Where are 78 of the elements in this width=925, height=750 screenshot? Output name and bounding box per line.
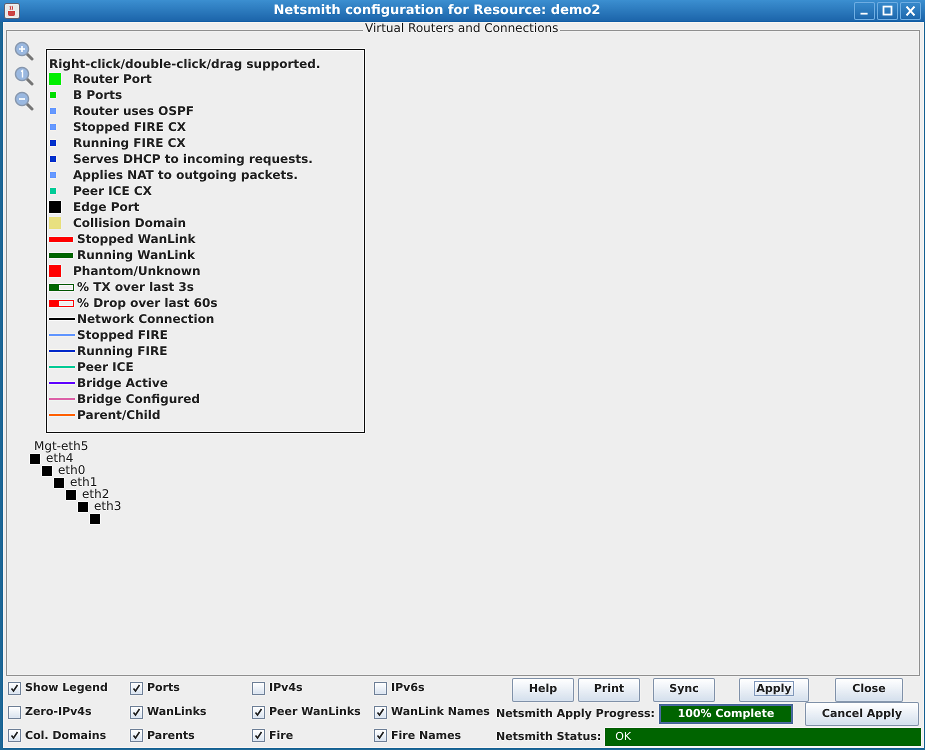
dialog-button[interactable]: Apply bbox=[739, 678, 809, 702]
dialog-button[interactable]: Print bbox=[578, 678, 640, 702]
checkbox-label: Ports bbox=[147, 680, 180, 696]
legend-label: Applies NAT to outgoing packets. bbox=[73, 167, 298, 184]
legend-label: Peer ICE CX bbox=[73, 183, 152, 200]
port-node[interactable] bbox=[66, 490, 76, 500]
status-field: OK bbox=[605, 728, 921, 746]
checkbox-label: Fire Names bbox=[391, 728, 462, 744]
legend-label: Network Connection bbox=[77, 311, 214, 328]
checkbox-label: Show Legend bbox=[25, 680, 108, 696]
checkbox[interactable] bbox=[374, 729, 387, 742]
legend-label: Phantom/Unknown bbox=[73, 263, 201, 280]
checkbox[interactable] bbox=[8, 706, 21, 719]
checkbox-label: Col. Domains bbox=[25, 728, 106, 744]
checkbox[interactable] bbox=[374, 682, 387, 695]
legend-label: Stopped FIRE bbox=[77, 327, 168, 344]
minimize-icon[interactable] bbox=[854, 2, 875, 20]
legend-label: % TX over last 3s bbox=[77, 279, 194, 296]
checkbox[interactable] bbox=[130, 682, 143, 695]
legend-label: Stopped FIRE CX bbox=[73, 119, 186, 136]
maximize-icon[interactable] bbox=[877, 2, 898, 20]
legend-label: Bridge Active bbox=[77, 375, 168, 392]
checkbox-label: IPv4s bbox=[269, 680, 303, 696]
checkbox[interactable] bbox=[252, 706, 265, 719]
checkbox-label: Fire bbox=[269, 728, 294, 744]
checkbox-label: IPv6s bbox=[391, 680, 425, 696]
port-label: eth4 bbox=[46, 452, 74, 464]
zoom-in-icon[interactable] bbox=[14, 41, 34, 61]
legend-label: Edge Port bbox=[73, 199, 140, 216]
legend-label: Bridge Configured bbox=[77, 391, 200, 408]
legend-label: Stopped WanLink bbox=[77, 231, 196, 248]
checkbox-label: Zero-IPv4s bbox=[25, 704, 92, 720]
checkbox[interactable] bbox=[8, 729, 21, 742]
dialog-button[interactable]: Sync bbox=[653, 678, 715, 702]
legend-label: B Ports bbox=[73, 87, 122, 104]
legend-label: Router Port bbox=[73, 71, 152, 88]
legend-label: Running FIRE bbox=[77, 343, 168, 360]
legend-label: Router uses OSPF bbox=[73, 103, 194, 120]
zoom-reset-icon[interactable] bbox=[14, 66, 34, 86]
legend-label: Running WanLink bbox=[77, 247, 196, 264]
port-node[interactable] bbox=[54, 478, 64, 488]
legend-label: Collision Domain bbox=[73, 215, 186, 232]
port-label: eth2 bbox=[82, 488, 110, 500]
port-node[interactable] bbox=[30, 454, 40, 464]
port-label: eth3 bbox=[94, 500, 122, 512]
port-label: eth0 bbox=[58, 464, 86, 476]
progress-bar: 100% Complete bbox=[658, 704, 793, 724]
checkbox-label: Peer WanLinks bbox=[269, 704, 361, 720]
legend-label: % Drop over last 60s bbox=[77, 295, 218, 312]
dialog-button[interactable]: Close bbox=[835, 678, 903, 702]
legend-heading: Right-click/double-click/drag supported. bbox=[49, 57, 322, 71]
checkbox-label: Parents bbox=[147, 728, 195, 744]
zoom-out-icon[interactable] bbox=[14, 91, 34, 111]
checkbox[interactable] bbox=[252, 729, 265, 742]
checkbox[interactable] bbox=[252, 682, 265, 695]
legend-label: Parent/Child bbox=[77, 407, 160, 424]
cancel-apply-button[interactable]: Cancel Apply bbox=[804, 702, 919, 726]
checkbox[interactable] bbox=[130, 706, 143, 719]
close-icon[interactable] bbox=[900, 2, 921, 20]
legend-label: Serves DHCP to incoming requests. bbox=[73, 151, 313, 168]
checkbox[interactable] bbox=[374, 706, 387, 719]
dialog-button[interactable]: Help bbox=[512, 678, 574, 702]
port-label: eth1 bbox=[70, 476, 98, 488]
port-node[interactable] bbox=[90, 514, 100, 524]
checkbox-label: WanLinks bbox=[147, 704, 206, 720]
coffee-cup-icon bbox=[4, 3, 20, 19]
checkbox[interactable] bbox=[130, 729, 143, 742]
legend-label: Peer ICE bbox=[77, 359, 134, 376]
legend-label: Running FIRE CX bbox=[73, 135, 186, 152]
checkbox-label: WanLink Names bbox=[391, 704, 490, 720]
port-node[interactable] bbox=[78, 502, 88, 512]
window-title: Netsmith configuration for Resource: demo2 bbox=[272, 2, 602, 20]
panel-title: Virtual Routers and Connections bbox=[363, 22, 560, 34]
progress-label: Netsmith Apply Progress: bbox=[496, 706, 655, 722]
port-label: Mgt-eth5 bbox=[34, 440, 88, 452]
checkbox[interactable] bbox=[8, 682, 21, 695]
port-node[interactable] bbox=[42, 466, 52, 476]
status-label: Netsmith Status: bbox=[496, 728, 602, 745]
